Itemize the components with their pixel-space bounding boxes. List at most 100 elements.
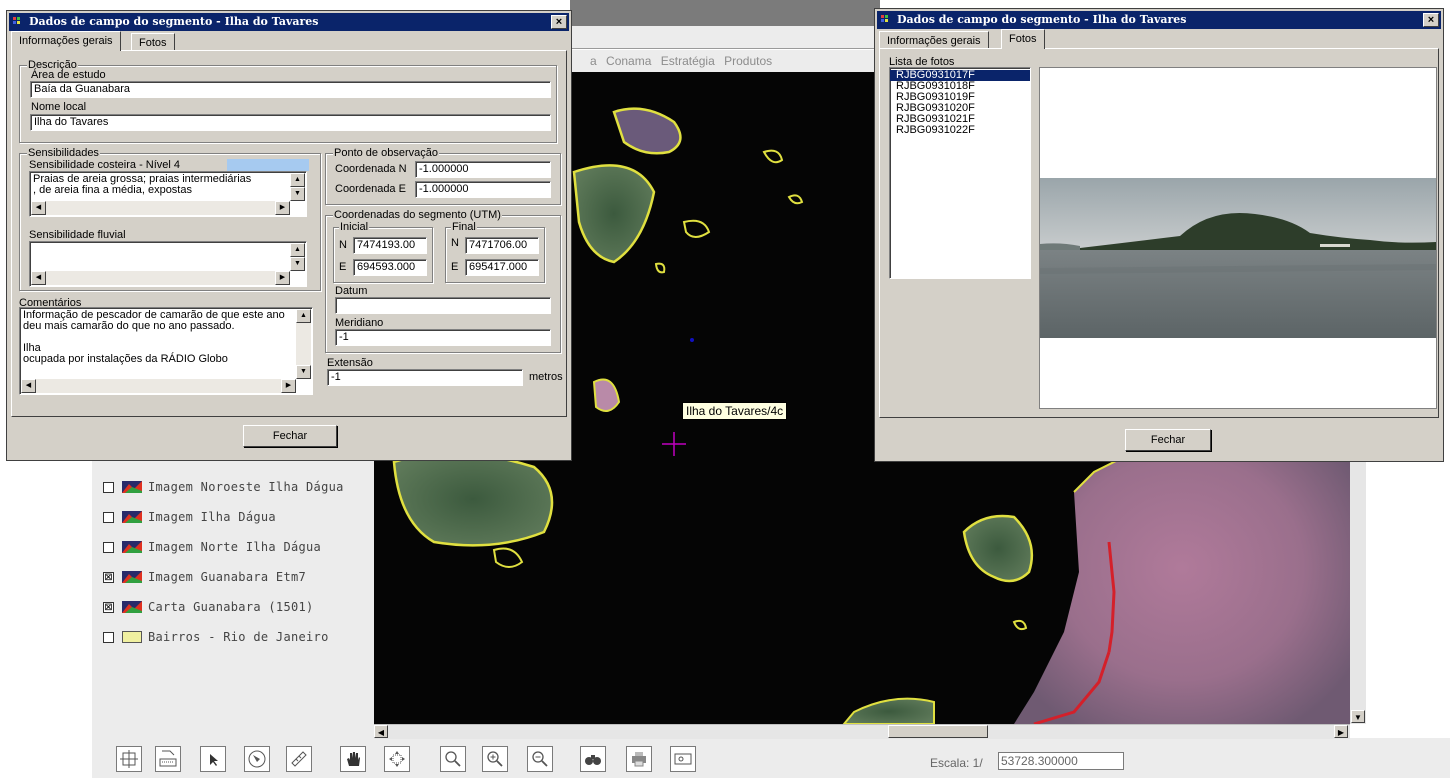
scroll-down-button[interactable]: ▼ [290, 187, 305, 201]
close-icon[interactable]: × [551, 15, 567, 29]
print-tool[interactable] [626, 746, 652, 772]
map-horizontal-scrollbar[interactable]: ◀ ▶ [374, 724, 1350, 739]
area-estudo-field[interactable]: Baía da Guanabara [30, 81, 551, 98]
keyboard-icon [159, 750, 177, 767]
comentarios-textarea[interactable]: Informação de pescador de camarão de que… [19, 307, 313, 395]
scroll-thumb[interactable] [888, 725, 988, 738]
menu-item-conama[interactable]: Conama [606, 54, 651, 68]
inicial-e-field[interactable]: 694593.000 [353, 259, 427, 276]
horizontal-scrollbar[interactable]: ◀ ▶ [21, 379, 296, 393]
zoom-in-tool[interactable] [482, 746, 508, 772]
layer-checkbox[interactable] [103, 481, 114, 493]
layer-label: Imagem Guanabara Etm7 [148, 570, 307, 584]
sensibilidade-costeira-label: Sensibilidade costeira - Nível 4 [29, 159, 181, 171]
sensitivity-color-swatch [227, 159, 309, 171]
overview-tool[interactable] [670, 746, 696, 772]
pointer-tool[interactable] [200, 746, 226, 772]
scroll-down-button[interactable]: ▼ [290, 257, 305, 271]
select-area-tool[interactable] [116, 746, 142, 772]
scroll-down-button[interactable]: ▼ [296, 365, 311, 379]
final-n-field[interactable]: 7471706.00 [465, 237, 539, 254]
layer-label: Imagem Norte Ilha Dágua [148, 540, 322, 554]
datum-label: Datum [335, 285, 368, 297]
scroll-up-button[interactable]: ▲ [296, 309, 311, 323]
datum-field[interactable] [335, 297, 551, 314]
layer-label: Imagem Ilha Dágua [148, 510, 276, 524]
close-icon[interactable]: × [1423, 13, 1439, 27]
raster-image-icon [122, 511, 142, 523]
scroll-right-button[interactable]: ▶ [275, 201, 290, 215]
layer-checkbox[interactable]: ⊠ [103, 571, 114, 583]
scroll-left-button[interactable]: ◀ [31, 271, 46, 285]
scroll-left-button[interactable]: ◀ [374, 725, 388, 738]
measure-tool[interactable] [286, 746, 312, 772]
menu-item-estrategia[interactable]: Estratégia [661, 54, 715, 68]
scroll-right-button[interactable]: ▶ [1334, 725, 1348, 738]
layer-row[interactable]: ⊠ Imagem Guanabara Etm7 [103, 568, 306, 586]
coordenada-e-field[interactable]: -1.000000 [415, 181, 551, 198]
final-e-field[interactable]: 695417.000 [465, 259, 539, 276]
photos-listbox[interactable]: RJBG0931017F RJBG0931018F RJBG0931019F R… [889, 67, 1031, 279]
binoculars-tool[interactable] [580, 746, 606, 772]
horizontal-scrollbar[interactable]: ◀ ▶ [31, 271, 290, 285]
polygon-layer-icon [122, 631, 142, 643]
scroll-up-button[interactable]: ▲ [290, 243, 305, 257]
inicial-label: Inicial [339, 221, 370, 233]
zoom-out-tool[interactable] [527, 746, 553, 772]
layer-checkbox[interactable] [103, 541, 114, 553]
inicial-e-label: E [339, 261, 347, 273]
vertical-scrollbar[interactable]: ▲ ▼ [290, 243, 305, 271]
layer-row[interactable]: ⊠ Carta Guanabara (1501) [103, 598, 314, 616]
scale-input[interactable]: 53728.300000 [998, 752, 1124, 770]
app-menu-bar: a Conama Estratégia Produtos [570, 50, 875, 72]
address-bar[interactable] [570, 26, 875, 49]
extensao-field[interactable]: -1 [327, 369, 523, 386]
identify-tool[interactable] [244, 746, 270, 772]
scroll-up-button[interactable]: ▲ [290, 173, 305, 187]
vertical-scrollbar[interactable]: ▲ ▼ [290, 173, 305, 201]
meridiano-field[interactable]: -1 [335, 329, 551, 346]
tab-informacoes-gerais[interactable]: Informações gerais [11, 31, 121, 51]
zoom-tool[interactable] [440, 746, 466, 772]
nome-local-label: Nome local [31, 101, 87, 113]
tab-fotos[interactable]: Fotos [131, 33, 175, 51]
raster-image-icon [122, 601, 142, 613]
menu-item-produtos[interactable]: Produtos [724, 54, 772, 68]
layer-row[interactable]: Bairros - Rio de Janeiro [103, 628, 329, 646]
layer-row[interactable]: Imagem Norte Ilha Dágua [103, 538, 321, 556]
scroll-right-button[interactable]: ▶ [281, 379, 296, 393]
list-item[interactable]: RJBG0931022F [890, 125, 1030, 136]
layer-checkbox[interactable] [103, 631, 114, 643]
tab-fotos[interactable]: Fotos [1001, 29, 1045, 49]
zoom-out-icon [532, 751, 548, 767]
layer-checkbox[interactable] [103, 511, 114, 523]
scroll-right-button[interactable]: ▶ [275, 271, 290, 285]
window-titlebar[interactable]: Dados de campo do segmento - Ilha do Tav… [877, 11, 1441, 29]
full-extent-tool[interactable] [384, 746, 410, 772]
pan-hand-tool[interactable] [340, 746, 366, 772]
keyboard-tool[interactable] [155, 746, 181, 772]
tab-informacoes-gerais[interactable]: Informações gerais [879, 31, 989, 49]
scroll-left-button[interactable]: ◀ [31, 201, 46, 215]
coordenada-n-field[interactable]: -1.000000 [415, 161, 551, 178]
sensibilidade-costeira-textarea[interactable]: Praias de areia grossa; praias intermedi… [29, 171, 307, 217]
inicial-n-field[interactable]: 7474193.00 [353, 237, 427, 254]
vertical-scrollbar[interactable]: ▲ ▼ [296, 309, 311, 379]
scroll-down-button[interactable]: ▼ [1351, 710, 1365, 723]
magnifier-icon [445, 751, 461, 767]
nome-local-field[interactable]: Ilha do Tavares [30, 114, 551, 131]
scroll-left-button[interactable]: ◀ [21, 379, 36, 393]
menu-item-partial[interactable]: a [590, 54, 597, 68]
hand-icon [347, 752, 360, 766]
window-titlebar[interactable]: Dados de campo do segmento - Ilha do Tav… [9, 13, 569, 31]
layer-row[interactable]: Imagem Noroeste Ilha Dágua [103, 478, 344, 496]
sensibilidade-fluvial-textarea[interactable]: ▲ ▼ ◀ ▶ [29, 241, 307, 287]
map-vertical-scrollbar[interactable]: ▼ [1350, 460, 1366, 724]
inicial-n-label: N [339, 239, 347, 251]
fechar-button[interactable]: Fechar [243, 425, 337, 447]
fechar-button[interactable]: Fechar [1125, 429, 1211, 451]
horizontal-scrollbar[interactable]: ◀ ▶ [31, 201, 290, 215]
window-title: Dados de campo do segmento - Ilha do Tav… [29, 15, 319, 28]
layer-checkbox[interactable]: ⊠ [103, 601, 114, 613]
layer-row[interactable]: Imagem Ilha Dágua [103, 508, 276, 526]
